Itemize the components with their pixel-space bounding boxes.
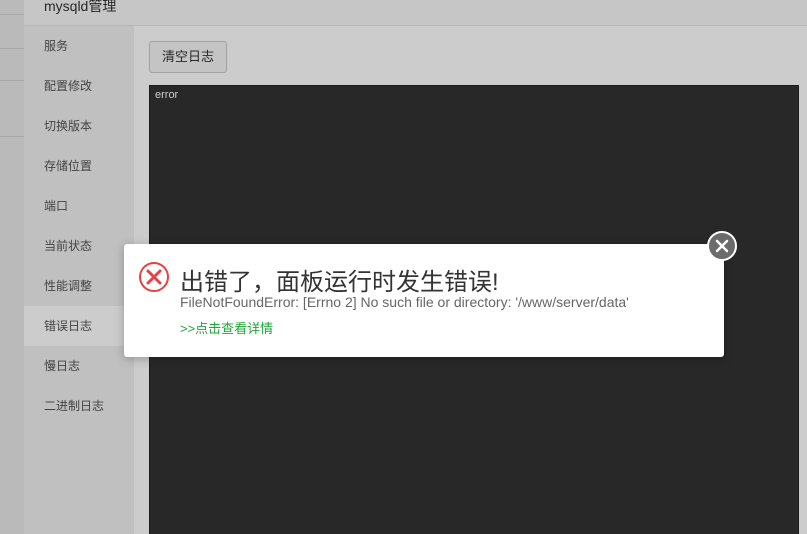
screen: mysqld管理 服务 配置修改 切换版本 存储位置 端口 当前状态 性能调整 … xyxy=(0,0,807,534)
error-message: FileNotFoundError: [Errno 2] No such fil… xyxy=(180,294,629,310)
close-icon[interactable] xyxy=(707,231,737,261)
error-title: 出错了，面板运行时发生错误! xyxy=(180,269,499,296)
error-dialog: 出错了，面板运行时发生错误! FileNotFoundError: [Errno… xyxy=(124,244,724,357)
view-details-link[interactable]: >>点击查看详情 xyxy=(180,318,273,337)
error-circle-icon xyxy=(139,262,169,292)
